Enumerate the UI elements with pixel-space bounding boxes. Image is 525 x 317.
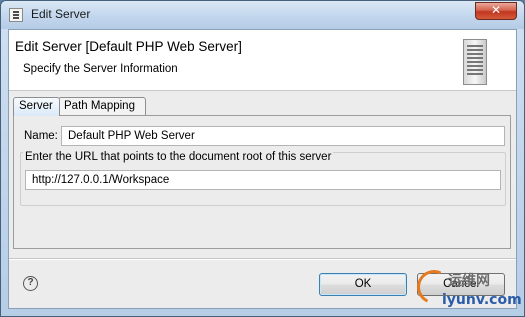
server-icon xyxy=(463,39,487,85)
footer-separator xyxy=(9,258,516,260)
title-bar[interactable]: Edit Server ✕ xyxy=(1,1,524,29)
close-button[interactable]: ✕ xyxy=(475,2,517,20)
ok-button[interactable]: OK xyxy=(319,273,407,296)
name-label: Name: xyxy=(24,130,58,142)
server-tab-panel: Name: Default PHP Web Server Enter the U… xyxy=(13,115,511,249)
dialog-app-icon xyxy=(9,8,23,22)
cancel-button[interactable]: Cancel xyxy=(417,273,505,296)
edit-server-dialog: Edit Server ✕ Edit Server [Default PHP W… xyxy=(0,0,525,317)
name-field[interactable]: Default PHP Web Server xyxy=(61,126,505,146)
dialog-client-area: Edit Server [Default PHP Web Server] Spe… xyxy=(8,29,517,309)
dialog-heading: Edit Server [Default PHP Web Server] xyxy=(15,39,242,54)
url-group-label: Enter the URL that points to the documen… xyxy=(23,151,334,163)
tab-server[interactable]: Server xyxy=(13,97,60,116)
url-field[interactable]: http://127.0.0.1/Workspace xyxy=(25,170,501,190)
tab-path-mapping[interactable]: Path Mapping xyxy=(58,97,146,116)
dialog-banner: Edit Server [Default PHP Web Server] Spe… xyxy=(9,30,516,91)
url-group: Enter the URL that points to the documen… xyxy=(20,151,506,206)
help-icon[interactable]: ? xyxy=(23,276,38,291)
dialog-subtitle: Specify the Server Information xyxy=(23,63,178,75)
window-title: Edit Server xyxy=(31,7,91,21)
